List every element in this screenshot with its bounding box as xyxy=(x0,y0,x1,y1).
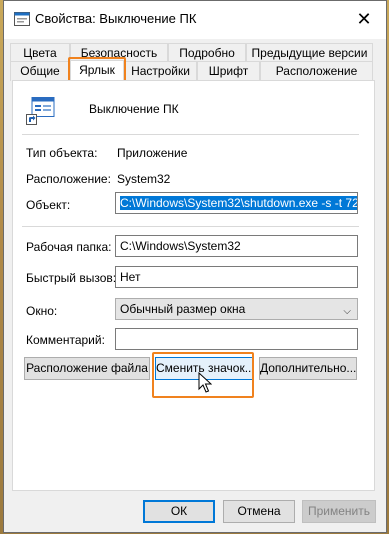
window-title: Свойства: Выключение ПК xyxy=(35,11,197,26)
window-size-select[interactable]: Обычный размер окна ⌵ xyxy=(115,298,358,320)
hotkey-label: Быстрый вызов: xyxy=(26,271,117,285)
hotkey-field[interactable]: Нет xyxy=(115,266,358,288)
comment-field[interactable] xyxy=(115,328,358,350)
title-bar: Свойства: Выключение ПК ✕ xyxy=(4,1,386,39)
workdir-field[interactable]: C:\Windows\System32 xyxy=(115,235,358,257)
target-field[interactable]: C:\Windows\System32\shutdown.exe -s -t 7… xyxy=(115,192,358,214)
shortcut-app-icon xyxy=(26,97,55,125)
window-label: Окно: xyxy=(26,304,58,318)
tab-details[interactable]: Подробно xyxy=(168,43,246,63)
window-icon xyxy=(14,12,30,26)
chevron-down-icon: ⌵ xyxy=(343,306,351,317)
cancel-button[interactable]: Отмена xyxy=(223,500,295,523)
comment-label: Комментарий: xyxy=(26,333,105,347)
ok-button[interactable]: ОК xyxy=(143,500,215,523)
tab-previous-versions[interactable]: Предыдущие версии xyxy=(246,43,373,63)
tab-options[interactable]: Настройки xyxy=(124,61,197,81)
workdir-label: Рабочая папка: xyxy=(26,240,112,254)
advanced-button[interactable]: Дополнительно... xyxy=(259,357,357,380)
type-value: Приложение xyxy=(117,146,188,160)
tab-general[interactable]: Общие xyxy=(10,61,70,81)
separator xyxy=(22,134,359,135)
tab-colors[interactable]: Цвета xyxy=(10,43,70,63)
target-value: C:\Windows\System32\shutdown.exe -s -t 7… xyxy=(120,196,357,210)
tab-row-2: Общие Ярлык Настройки Шрифт Расположение xyxy=(10,60,373,82)
open-file-location-button[interactable]: Расположение файла xyxy=(24,357,150,380)
separator xyxy=(22,226,359,227)
tab-row-1: Цвета Безопасность Подробно Предыдущие в… xyxy=(10,43,373,63)
type-label: Тип объекта: xyxy=(26,146,98,160)
tab-font[interactable]: Шрифт xyxy=(197,61,260,81)
tab-layout[interactable]: Расположение xyxy=(260,61,373,81)
shortcut-name: Выключение ПК xyxy=(89,102,179,116)
close-icon[interactable]: ✕ xyxy=(354,9,374,29)
location-value: System32 xyxy=(117,172,171,186)
location-label: Расположение: xyxy=(26,172,111,186)
apply-button[interactable]: Применить xyxy=(302,500,376,523)
target-label: Объект: xyxy=(26,198,71,212)
window-size-value: Обычный размер окна xyxy=(120,302,246,316)
mouse-cursor-icon xyxy=(198,372,212,393)
